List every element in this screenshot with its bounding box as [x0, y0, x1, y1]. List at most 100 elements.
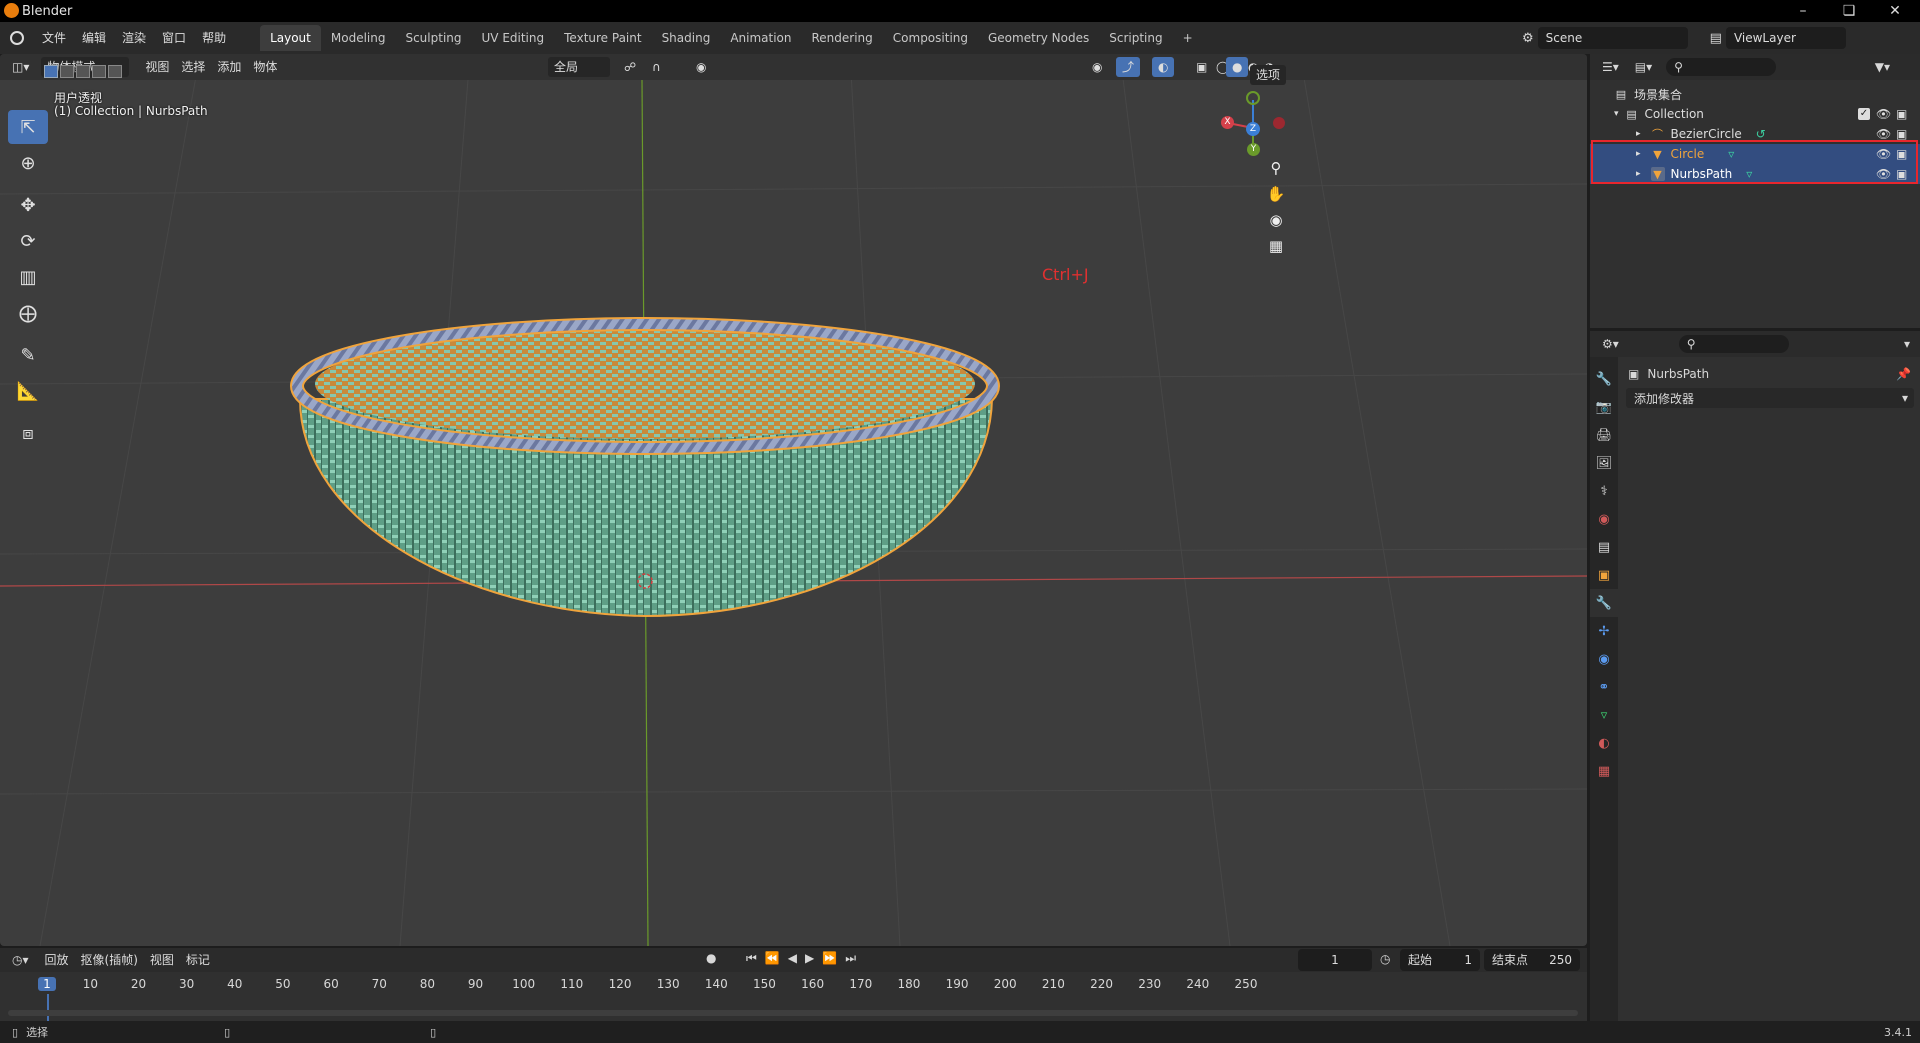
collection-tab-icon[interactable]: ▤ [1590, 533, 1618, 561]
outliner-editor-type-icon[interactable]: ☰▾ [1602, 60, 1619, 74]
tab-layout[interactable]: Layout [260, 25, 321, 51]
gizmo-z-axis[interactable]: Z [1246, 122, 1260, 136]
tab-scripting[interactable]: Scripting [1099, 25, 1172, 51]
collection-render-icon[interactable]: ▣ [1896, 107, 1907, 121]
particles-tab-icon[interactable]: ✢ [1590, 617, 1618, 645]
pan-hand-icon[interactable]: ✋ [1263, 181, 1289, 207]
collection-row[interactable]: ▾ ▤ Collection ✓ 👁 ▣ [1590, 104, 1920, 124]
select-subtract-icon[interactable] [76, 65, 90, 78]
timeline-view-menu[interactable]: 视图 [144, 950, 180, 970]
menu-render[interactable]: 渲染 [114, 27, 154, 49]
properties-options-icon[interactable]: ▾ [1904, 337, 1910, 351]
gizmo-y-axis[interactable]: Y [1247, 143, 1260, 156]
texture-tab-icon[interactable]: ▦ [1590, 757, 1618, 785]
transform-orientation-selector[interactable]: 全局 [548, 57, 610, 77]
marker-menu[interactable]: 标记 [180, 950, 216, 970]
preview-range-icon[interactable]: ◷ [1380, 952, 1390, 966]
scene-selector[interactable]: Scene [1537, 27, 1688, 49]
select-box-tool-icon[interactable]: ⇱ [8, 110, 48, 144]
playback-menu[interactable]: 回放 [39, 950, 75, 970]
menu-object[interactable]: 物体 [247, 57, 283, 77]
object-tab-icon[interactable]: ▣ [1590, 561, 1618, 589]
tab-animation[interactable]: Animation [720, 25, 801, 51]
jump-end-icon[interactable]: ⏭ [845, 951, 856, 966]
tab-uv-editing[interactable]: UV Editing [472, 25, 555, 51]
end-frame-field[interactable]: 结束点 250 [1484, 949, 1580, 971]
item-visibility-icon[interactable]: 👁 [1876, 127, 1891, 141]
tab-texture-paint[interactable]: Texture Paint [554, 25, 651, 51]
data-tab-icon[interactable]: ▿ [1590, 701, 1618, 729]
scene-icon[interactable]: ⚙ [1522, 31, 1534, 46]
view-layer-tab-icon[interactable]: 🖼 [1590, 449, 1618, 477]
render-tab-icon[interactable]: 📷 [1590, 393, 1618, 421]
zoom-icon[interactable]: ⚲ [1263, 155, 1289, 181]
physics-tab-icon[interactable]: ◉ [1590, 645, 1618, 673]
output-tab-icon[interactable]: 🖨 [1590, 421, 1618, 449]
scene-tab-icon[interactable]: ⚕ [1590, 477, 1618, 505]
select-extend-icon[interactable] [60, 65, 74, 78]
view-layer-selector[interactable]: ViewLayer [1725, 27, 1846, 49]
frame-ruler[interactable]: 1 10 20 30 40 50 60 70 80 90 100 110 120 130 140 150 160… [0, 972, 1587, 1022]
current-frame-field[interactable]: 1 [1298, 949, 1372, 971]
tab-compositing[interactable]: Compositing [883, 25, 978, 51]
move-tool-icon[interactable]: ✥ [8, 188, 48, 222]
rotate-tool-icon[interactable]: ⟳ [8, 224, 48, 258]
annotate-tool-icon[interactable]: ✎ [8, 338, 48, 372]
start-frame-field[interactable]: 起始 1 [1400, 949, 1480, 971]
expand-item-icon[interactable]: ▸ [1636, 129, 1641, 139]
tab-modeling[interactable]: Modeling [321, 25, 396, 51]
timeline-editor-type-icon[interactable]: ◷▾ [12, 953, 29, 967]
proportional-edit-icon[interactable]: ◉ [690, 57, 712, 77]
expand-collection-icon[interactable]: ▾ [1614, 109, 1619, 119]
tab-rendering[interactable]: Rendering [802, 25, 883, 51]
constraints-tab-icon[interactable]: ⚭ [1590, 673, 1618, 701]
perspective-grid-icon[interactable]: ▦ [1263, 233, 1289, 259]
measure-tool-icon[interactable]: 📐 [8, 374, 48, 408]
menu-help[interactable]: 帮助 [194, 27, 234, 49]
select-new-icon[interactable] [44, 65, 58, 78]
blender-menu-icon[interactable] [0, 31, 34, 45]
menu-view[interactable]: 视图 [139, 57, 175, 77]
visibility-icon[interactable]: ◉ [1086, 57, 1108, 77]
tab-geometry-nodes[interactable]: Geometry Nodes [978, 25, 1099, 51]
add-workspace-button[interactable]: + [1173, 25, 1203, 51]
properties-editor-type-icon[interactable]: ⚙▾ [1602, 337, 1619, 351]
select-intersect-icon[interactable] [108, 65, 122, 78]
maximize-button[interactable]: ❏ [1826, 0, 1872, 22]
world-tab-icon[interactable]: ◉ [1590, 505, 1618, 533]
current-frame-marker[interactable]: 1 [38, 977, 56, 991]
menu-edit[interactable]: 编辑 [74, 27, 114, 49]
options-dropdown[interactable]: 选项 [1250, 65, 1287, 85]
menu-window[interactable]: 窗口 [154, 27, 194, 49]
scene-collection-row[interactable]: ▤ 场景集合 [1590, 84, 1920, 104]
record-button-icon[interactable]: ● [706, 951, 716, 965]
gizmo-x-axis[interactable]: X [1221, 116, 1234, 129]
minimize-button[interactable]: – [1780, 0, 1826, 22]
add-modifier-dropdown[interactable]: 添加修改器 ▾ [1626, 388, 1914, 408]
outliner-search-input[interactable]: ⚲ [1666, 58, 1777, 76]
menu-file[interactable]: 文件 [34, 27, 74, 49]
tab-shading[interactable]: Shading [652, 25, 721, 51]
snap-icon[interactable]: ∩ [646, 57, 667, 77]
gizmo-toggle-icon[interactable]: ⤴ [1116, 57, 1141, 77]
view-layer-icon[interactable]: ▤ [1710, 31, 1722, 46]
camera-view-icon[interactable]: ◉ [1263, 207, 1289, 233]
editor-type-icon[interactable]: ◫▾ [6, 57, 35, 77]
pin-icon[interactable]: 📌 [1896, 367, 1911, 381]
scale-tool-icon[interactable]: ▥ [8, 260, 48, 294]
timeline-scrollbar[interactable] [8, 1010, 1578, 1016]
add-cube-tool-icon[interactable]: ⧈ [8, 416, 48, 450]
display-mode-icon[interactable]: ▤▾ [1635, 60, 1652, 74]
jump-start-icon[interactable]: ⏮ [746, 951, 757, 966]
prev-keyframe-icon[interactable]: ⏪ [765, 951, 780, 966]
3d-viewport[interactable]: X Z Y ◫▾ 物体模式 视图 选择 添加 物体 全局 ☍ ∩ ◉ ◉ ⤴ ◐… [0, 54, 1587, 946]
filter-icon[interactable]: ▼▾ [1875, 60, 1890, 74]
modifier-tab-icon[interactable]: 🔧 [1590, 589, 1618, 617]
material-tab-icon[interactable]: ◐ [1590, 729, 1618, 757]
item-render-icon[interactable]: ▣ [1896, 127, 1907, 141]
play-icon[interactable]: ▶ [805, 951, 814, 966]
pivot-point-icon[interactable]: ☍ [618, 57, 642, 77]
tab-sculpting[interactable]: Sculpting [395, 25, 471, 51]
menu-select[interactable]: 选择 [175, 57, 211, 77]
collection-visibility-icon[interactable]: 👁 [1876, 107, 1891, 121]
